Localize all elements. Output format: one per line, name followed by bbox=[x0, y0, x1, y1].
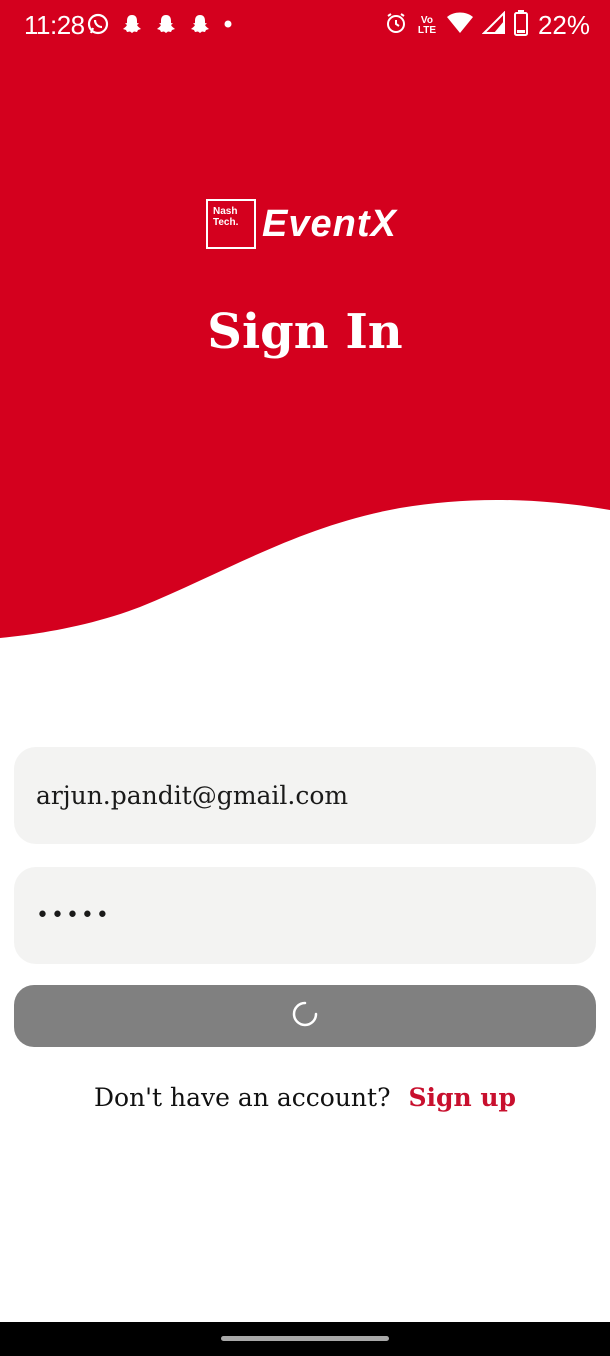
battery-icon bbox=[513, 10, 528, 41]
logo-box: Nash Tech. bbox=[206, 199, 256, 249]
whatsapp-icon bbox=[86, 12, 110, 41]
volte-label-top: Vo bbox=[420, 14, 433, 26]
signal-icon bbox=[481, 10, 506, 40]
page-title: Sign In bbox=[207, 304, 403, 360]
signup-prompt: Don't have an account? bbox=[93, 1083, 391, 1112]
sign-in-button[interactable] bbox=[14, 985, 596, 1047]
status-bar: 11:28 Vo LTE 22% bbox=[0, 0, 610, 56]
password-field[interactable]: ••••• bbox=[14, 867, 596, 964]
dot-icon bbox=[222, 12, 234, 41]
notification-icons bbox=[86, 12, 234, 41]
snapchat-icon bbox=[188, 12, 212, 41]
logo-box-line2: Tech. bbox=[213, 217, 239, 228]
password-value: ••••• bbox=[36, 903, 111, 928]
snapchat-icon bbox=[120, 12, 144, 41]
logo-box-line1: Nash bbox=[213, 206, 238, 217]
logo-name: EventX bbox=[262, 202, 397, 245]
battery-percentage: 22% bbox=[537, 10, 590, 40]
email-field[interactable]: arjun.pandit@gmail.com bbox=[14, 747, 596, 844]
spinner-icon bbox=[291, 1000, 319, 1032]
wifi-icon bbox=[446, 11, 474, 40]
home-indicator[interactable] bbox=[221, 1336, 389, 1341]
email-value: arjun.pandit@gmail.com bbox=[36, 781, 349, 810]
status-time: 11:28 bbox=[24, 10, 85, 40]
volte-label-bottom: LTE bbox=[417, 24, 437, 36]
navigation-bar bbox=[0, 1322, 610, 1356]
sign-in-screen: 11:28 Vo LTE 22% Nash Tech. EventX Sign … bbox=[0, 0, 610, 1356]
snapchat-icon bbox=[154, 12, 178, 41]
signup-link[interactable]: Sign up bbox=[408, 1083, 516, 1112]
alarm-icon bbox=[384, 11, 408, 40]
signup-row: Don't have an account? Sign up bbox=[0, 1083, 610, 1112]
volte-icon: Vo LTE bbox=[416, 14, 438, 36]
app-logo: Nash Tech. EventX bbox=[206, 199, 397, 249]
system-icons: Vo LTE 22% bbox=[384, 10, 590, 41]
